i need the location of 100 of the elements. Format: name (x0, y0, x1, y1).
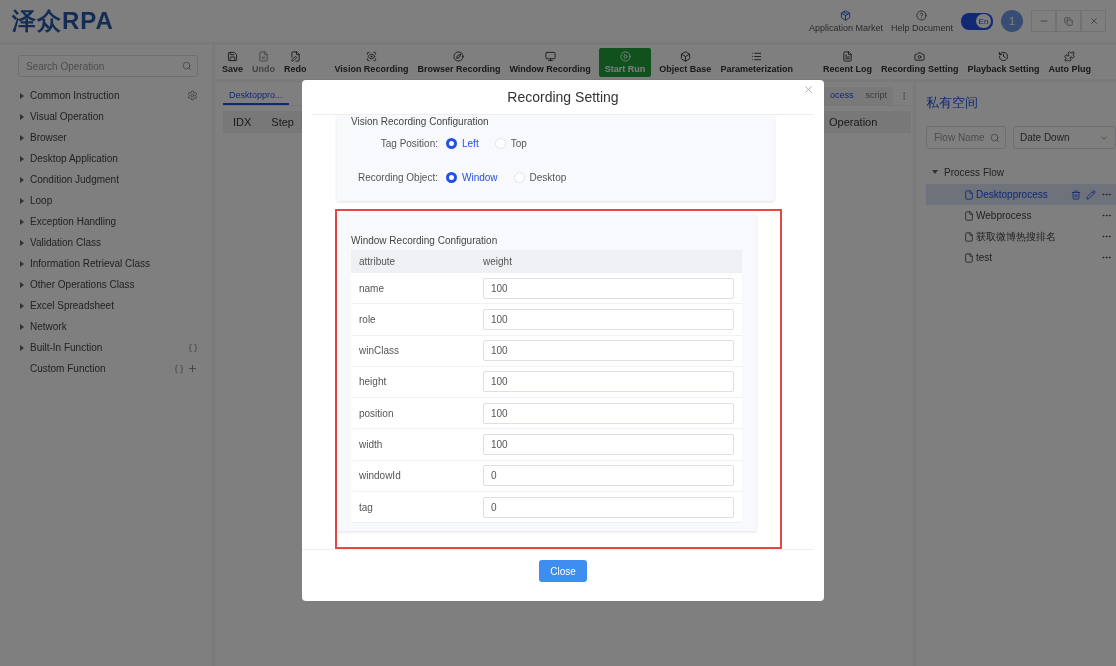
attribute-name: winClass (359, 345, 400, 357)
category-item[interactable]: Browser (30, 132, 198, 143)
toolbar-button[interactable]: Start Run (598, 47, 652, 77)
trash-icon[interactable] (1071, 189, 1081, 200)
editor-tab[interactable]: Desktoppro... (223, 86, 289, 105)
expand-arrow-icon[interactable] (20, 218, 24, 225)
card-title: Vision Recording Configuration (351, 115, 490, 127)
radio-option[interactable]: Left (446, 138, 479, 150)
radio-option[interactable]: Top (494, 138, 527, 150)
radio-button[interactable] (446, 138, 457, 150)
category-item[interactable]: Network (30, 321, 198, 332)
category-item[interactable]: Exception Handling (30, 216, 198, 227)
expand-arrow-icon[interactable] (20, 92, 24, 99)
toolbar-button[interactable]: Auto Plug (1047, 47, 1092, 77)
expand-arrow-icon[interactable] (20, 260, 24, 267)
expand-arrow-icon[interactable] (20, 323, 24, 330)
radio-button[interactable] (446, 172, 457, 184)
flow-item[interactable]: Webprocess (926, 205, 1116, 226)
column-header: Operation (829, 116, 878, 128)
toolbar-button[interactable]: Recording Setting (879, 47, 960, 77)
pencil-icon[interactable] (1086, 189, 1096, 200)
expand-arrow-icon[interactable] (20, 197, 24, 204)
expand-arrow-icon[interactable] (20, 239, 24, 246)
weight-input[interactable]: 100 (483, 308, 734, 330)
collapse-arrow-icon[interactable] (932, 170, 938, 174)
category-item[interactable]: Loop (30, 195, 198, 206)
card-title: Window Recording Configuration (351, 234, 499, 246)
weight-input[interactable]: 100 (483, 434, 734, 456)
category-item[interactable]: Built-In Function (30, 342, 188, 353)
toolbar-button[interactable]: Redo (283, 47, 308, 77)
category-item[interactable]: Excel Spreadsheet (30, 300, 198, 311)
category-item[interactable]: Other Operations Class (30, 279, 198, 290)
expand-arrow-icon[interactable] (20, 281, 24, 288)
user-avatar[interactable]: 1 (1001, 10, 1023, 32)
toolbar-button[interactable]: Window Recording (508, 47, 592, 77)
help-link[interactable]: Help Document (890, 9, 953, 33)
close-icon (1088, 16, 1099, 26)
category-item[interactable]: Information Retrieval Class (30, 258, 198, 269)
braces-icon[interactable] (174, 363, 184, 374)
play-icon (619, 50, 631, 62)
close-button[interactable] (1081, 10, 1106, 32)
sort-select[interactable]: Date Down (1013, 126, 1116, 149)
category-item[interactable]: Validation Class (30, 237, 198, 248)
weight-input[interactable]: 0 (483, 496, 734, 518)
category-item[interactable]: Common Instruction (30, 90, 187, 101)
attribute-name: height (359, 376, 388, 388)
radio-option[interactable]: Window (446, 172, 498, 184)
restore-button[interactable] (1056, 10, 1081, 32)
app-logo: 泽众RPA (12, 6, 114, 36)
field-label: Recording Object: (356, 172, 438, 184)
weight-input[interactable]: 100 (483, 340, 734, 362)
toolbar-button[interactable]: Vision Recording (333, 47, 410, 77)
file-icon (964, 189, 974, 200)
braces-icon[interactable] (188, 342, 198, 353)
dialog-title: Recording Setting (507, 88, 619, 105)
close-button[interactable]: Close (539, 560, 587, 583)
undo-icon (258, 50, 270, 62)
weight-input[interactable]: 0 (483, 465, 734, 487)
expand-arrow-icon[interactable] (20, 176, 24, 183)
section-title: 私有空间 (926, 94, 979, 112)
language-toggle[interactable]: En (961, 12, 993, 30)
search-icon (182, 61, 192, 71)
view-tab[interactable]: ocess (823, 86, 860, 105)
redo-icon (289, 50, 301, 62)
category-item[interactable]: Condition Judgment (30, 174, 198, 185)
expand-arrow-icon[interactable] (20, 302, 24, 309)
toolbar-button[interactable]: Browser Recording (416, 47, 502, 77)
attribute-name: windowId (359, 470, 402, 482)
scan-icon (365, 50, 377, 62)
history-icon (997, 50, 1009, 62)
radio-option[interactable]: Desktop (513, 172, 567, 184)
column-header: weight (483, 255, 513, 267)
weight-input[interactable]: 100 (483, 402, 734, 424)
toolbar-button[interactable]: Playback Setting (966, 47, 1041, 77)
toolbar-button[interactable]: Parameterization (719, 47, 794, 77)
plus-icon[interactable] (187, 363, 198, 374)
attribute-name: position (359, 407, 395, 419)
toolbar-button[interactable]: Save (221, 47, 245, 77)
save-icon (227, 50, 238, 62)
weight-input[interactable]: 100 (483, 277, 734, 299)
flow-item[interactable]: Desktopprocess (926, 184, 1116, 205)
field-label: Tag Position: (379, 138, 438, 150)
flow-item[interactable]: test (926, 247, 1116, 268)
toolbar-button[interactable]: Object Base (658, 47, 713, 77)
tree-folder[interactable]: Process Flow (944, 166, 1004, 178)
close-icon[interactable] (803, 84, 814, 95)
expand-arrow-icon[interactable] (20, 134, 24, 141)
settings-icon[interactable] (187, 90, 198, 101)
expand-arrow-icon[interactable] (20, 155, 24, 162)
app-market-link[interactable]: Application Market (808, 9, 883, 33)
flow-item[interactable]: 获取微博热搜排名 (926, 226, 1116, 247)
expand-arrow-icon[interactable] (20, 344, 24, 351)
expand-arrow-icon[interactable] (20, 113, 24, 120)
category-item[interactable]: Custom Function (30, 363, 174, 374)
category-item[interactable]: Desktop Application (30, 153, 198, 164)
category-item[interactable]: Visual Operation (30, 111, 198, 122)
toolbar-button[interactable]: Recent Log (821, 47, 873, 77)
package-icon (840, 9, 852, 21)
view-tab[interactable]: script (859, 86, 893, 105)
weight-input[interactable]: 100 (483, 371, 734, 393)
